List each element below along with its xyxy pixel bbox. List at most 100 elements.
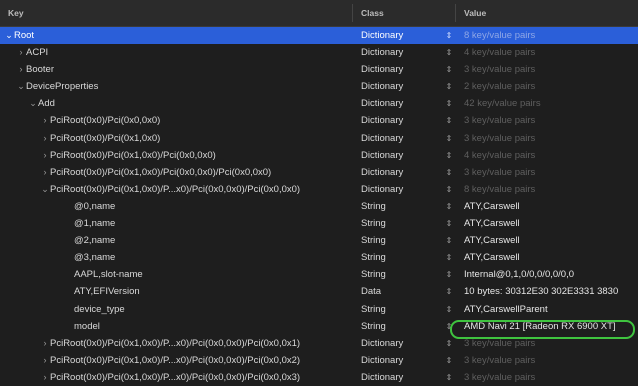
row-value-cell[interactable]: 8 key/value pairs <box>464 27 638 44</box>
disclosure-expanded-icon[interactable]: ⌄ <box>4 27 14 44</box>
row-class-cell[interactable]: Dictionary <box>361 181 435 198</box>
row-value-cell[interactable]: 3 key/value pairs <box>464 61 638 78</box>
up-down-arrows-icon[interactable]: ⇕ <box>444 147 454 164</box>
row-class-cell[interactable]: Dictionary <box>361 335 435 352</box>
up-down-arrows-icon[interactable]: ⇕ <box>444 181 454 198</box>
up-down-arrows-icon[interactable]: ⇕ <box>444 369 454 386</box>
row-class-cell[interactable]: Dictionary <box>361 352 435 369</box>
disclosure-collapsed-icon[interactable]: › <box>40 112 50 129</box>
outline-row[interactable]: ⌄PciRoot(0x0)/Pci(0x1,0x0)/P...x0)/Pci(0… <box>0 181 638 198</box>
outline-row[interactable]: device_type String ⇕ ATY,CarswellParent <box>0 301 638 318</box>
row-value-cell[interactable]: 3 key/value pairs <box>464 369 638 386</box>
row-value-cell[interactable]: 3 key/value pairs <box>464 335 638 352</box>
row-value-cell[interactable]: 3 key/value pairs <box>464 164 638 181</box>
row-value-cell[interactable]: ATY,CarswellParent <box>464 301 638 318</box>
row-class-cell[interactable]: String <box>361 198 435 215</box>
outline-row[interactable]: › PciRoot(0x0)/Pci(0x1,0x0)/Pci(0x0,0x0)/… <box>0 164 638 181</box>
outline-row[interactable]: › PciRoot(0x0)/Pci(0x1,0x0)/P...x0)/Pci(0… <box>0 369 638 386</box>
row-class-cell[interactable]: Data <box>361 283 435 300</box>
up-down-arrows-icon[interactable]: ⇕ <box>444 249 454 266</box>
disclosure-collapsed-icon[interactable]: › <box>40 130 50 147</box>
up-down-arrows-icon[interactable]: ⇕ <box>444 283 454 300</box>
up-down-arrows-icon[interactable]: ⇕ <box>444 78 454 95</box>
up-down-arrows-icon[interactable]: ⇕ <box>444 130 454 147</box>
row-value-cell[interactable]: 42 key/value pairs <box>464 95 638 112</box>
outline-row[interactable]: › PciRoot(0x0)/Pci(0x1,0x0)/P...x0)/Pci(0… <box>0 352 638 369</box>
outline-row[interactable]: @1,name String ⇕ ATY,Carswell <box>0 215 638 232</box>
disclosure-collapsed-icon[interactable]: › <box>40 369 50 386</box>
row-value-cell[interactable]: 2 key/value pairs <box>464 78 638 95</box>
disclosure-collapsed-icon[interactable]: › <box>40 164 50 181</box>
up-down-arrows-icon[interactable]: ⇕ <box>444 95 454 112</box>
disclosure-collapsed-icon[interactable]: › <box>40 147 50 164</box>
up-down-arrows-icon[interactable]: ⇕ <box>444 352 454 369</box>
up-down-arrows-icon[interactable]: ⇕ <box>444 266 454 283</box>
row-value-cell[interactable]: Internal@0,1,0/0,0/0,0/0,0 <box>464 266 638 283</box>
row-class-cell[interactable]: Dictionary <box>361 61 435 78</box>
up-down-arrows-icon[interactable]: ⇕ <box>444 112 454 129</box>
outline-row[interactable]: ⌄Root Dictionary ⇕ 8 key/value pairs <box>0 27 638 45</box>
up-down-arrows-icon[interactable]: ⇕ <box>444 164 454 181</box>
row-value-cell[interactable]: 3 key/value pairs <box>464 352 638 369</box>
row-class-cell[interactable]: Dictionary <box>361 164 435 181</box>
row-value-cell[interactable]: 4 key/value pairs <box>464 147 638 164</box>
row-value-cell[interactable]: 10 bytes: 30312E30 302E3331 3830 <box>464 283 638 300</box>
row-class-cell[interactable]: Dictionary <box>361 27 435 44</box>
column-key-header[interactable]: Key <box>8 0 24 26</box>
row-class-cell[interactable]: String <box>361 232 435 249</box>
disclosure-collapsed-icon[interactable]: › <box>40 335 50 352</box>
outline-row[interactable]: @3,name String ⇕ ATY,Carswell <box>0 249 638 266</box>
row-value-cell[interactable]: 8 key/value pairs <box>464 181 638 198</box>
outline-row[interactable]: › ACPI Dictionary ⇕ 4 key/value pairs <box>0 44 638 61</box>
column-divider[interactable] <box>352 4 353 22</box>
row-class-cell[interactable]: String <box>361 318 435 335</box>
up-down-arrows-icon[interactable]: ⇕ <box>444 335 454 352</box>
row-class-cell[interactable]: String <box>361 266 435 283</box>
up-down-arrows-icon[interactable]: ⇕ <box>444 232 454 249</box>
row-value-cell[interactable]: ATY,Carswell <box>464 215 638 232</box>
row-class-cell[interactable]: Dictionary <box>361 78 435 95</box>
up-down-arrows-icon[interactable]: ⇕ <box>444 27 454 44</box>
up-down-arrows-icon[interactable]: ⇕ <box>444 44 454 61</box>
row-class-cell[interactable]: String <box>361 249 435 266</box>
disclosure-collapsed-icon[interactable]: › <box>40 352 50 369</box>
disclosure-collapsed-icon[interactable]: › <box>16 44 26 61</box>
row-class-cell[interactable]: Dictionary <box>361 369 435 386</box>
outline-row[interactable]: ATY,EFIVersion Data ⇕ 10 bytes: 30312E30 30… <box>0 283 638 300</box>
outline-row[interactable]: ⌄Add Dictionary ⇕ 42 key/value pairs <box>0 95 638 112</box>
row-value-cell[interactable]: 3 key/value pairs <box>464 130 638 147</box>
row-value-cell[interactable]: AMD Navi 21 [Radeon RX 6900 XT] <box>464 318 638 335</box>
row-value-cell[interactable]: ATY,Carswell <box>464 249 638 266</box>
up-down-arrows-icon[interactable]: ⇕ <box>444 198 454 215</box>
row-class-cell[interactable]: Dictionary <box>361 95 435 112</box>
outline-row[interactable]: model String ⇕ AMD Navi 21 [Radeon RX 6900 … <box>0 318 638 335</box>
row-class-cell[interactable]: Dictionary <box>361 112 435 129</box>
row-value-cell[interactable]: ATY,Carswell <box>464 232 638 249</box>
column-class-header[interactable]: Class <box>361 0 384 26</box>
row-class-cell[interactable]: Dictionary <box>361 44 435 61</box>
row-class-cell[interactable]: Dictionary <box>361 147 435 164</box>
row-value-cell[interactable]: ATY,Carswell <box>464 198 638 215</box>
outline-row[interactable]: AAPL,slot-name String ⇕ Internal@0,1,0/0,0/… <box>0 266 638 283</box>
outline-row[interactable]: › PciRoot(0x0)/Pci(0x1,0x0) Dictionary ⇕ 3 k… <box>0 130 638 147</box>
up-down-arrows-icon[interactable]: ⇕ <box>444 318 454 335</box>
up-down-arrows-icon[interactable]: ⇕ <box>444 301 454 318</box>
row-class-cell[interactable]: Dictionary <box>361 130 435 147</box>
row-value-cell[interactable]: 4 key/value pairs <box>464 44 638 61</box>
disclosure-collapsed-icon[interactable]: › <box>16 61 26 78</box>
outline-row[interactable]: ⌄DeviceProperties Dictionary ⇕ 2 key/value … <box>0 78 638 95</box>
disclosure-expanded-icon[interactable]: ⌄ <box>28 95 38 112</box>
disclosure-expanded-icon[interactable]: ⌄ <box>40 181 50 198</box>
disclosure-expanded-icon[interactable]: ⌄ <box>16 78 26 95</box>
outline-row[interactable]: › PciRoot(0x0)/Pci(0x0,0x0) Dictionary ⇕ 3 k… <box>0 112 638 129</box>
up-down-arrows-icon[interactable]: ⇕ <box>444 61 454 78</box>
outline-row[interactable]: › Booter Dictionary ⇕ 3 key/value pairs <box>0 61 638 78</box>
up-down-arrows-icon[interactable]: ⇕ <box>444 215 454 232</box>
outline-row[interactable]: › PciRoot(0x0)/Pci(0x1,0x0)/P...x0)/Pci(0… <box>0 335 638 352</box>
row-class-cell[interactable]: String <box>361 301 435 318</box>
row-class-cell[interactable]: String <box>361 215 435 232</box>
row-value-cell[interactable]: 3 key/value pairs <box>464 112 638 129</box>
outline-row[interactable]: @0,name String ⇕ ATY,Carswell <box>0 198 638 215</box>
outline-row[interactable]: @2,name String ⇕ ATY,Carswell <box>0 232 638 249</box>
column-value-header[interactable]: Value <box>464 0 486 26</box>
